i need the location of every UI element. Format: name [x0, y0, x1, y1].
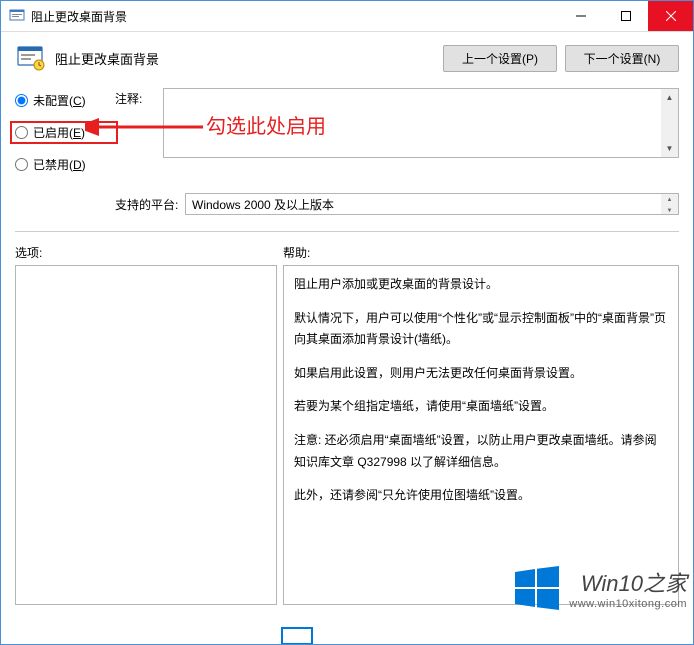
help-label: 帮助:: [283, 244, 310, 261]
partial-bottom-button[interactable]: [281, 627, 313, 645]
radio-enabled-label: 已启用(E): [33, 124, 85, 141]
policy-icon: [15, 42, 47, 74]
options-label: 选项:: [15, 244, 283, 261]
window-controls: [558, 1, 693, 31]
header-row: 阻止更改桌面背景 上一个设置(P) 下一个设置(N): [15, 42, 679, 74]
radio-not-configured-label: 未配置(C): [33, 92, 86, 109]
prev-setting-button[interactable]: 上一个设置(P): [443, 45, 557, 72]
platform-label: 支持的平台:: [115, 196, 185, 213]
help-p3: 若要为某个组指定墙纸，请使用“桌面墙纸”设置。: [294, 396, 668, 418]
radio-not-configured-input[interactable]: [15, 94, 28, 107]
help-p0: 阻止用户添加或更改桌面的背景设计。: [294, 274, 668, 296]
nav-buttons: 上一个设置(P) 下一个设置(N): [443, 45, 679, 72]
window-body: 阻止更改桌面背景 上一个设置(P) 下一个设置(N) 未配置(C) 已启用(E): [1, 32, 693, 645]
platform-spinner[interactable]: ▲ ▼: [661, 194, 678, 214]
app-icon: [9, 8, 25, 24]
titlebar: 阻止更改桌面背景: [1, 1, 693, 32]
window-title: 阻止更改桌面背景: [31, 8, 558, 25]
platform-value: Windows 2000 及以上版本: [192, 198, 334, 212]
radio-disabled-label: 已禁用(D): [33, 156, 86, 173]
radio-not-configured[interactable]: 未配置(C): [15, 92, 115, 109]
policy-editor-window: 阻止更改桌面背景 阻止更改桌面背景: [0, 0, 694, 645]
radio-enabled-input[interactable]: [15, 126, 28, 139]
radio-enabled[interactable]: 已启用(E): [15, 124, 113, 141]
comment-textarea[interactable]: ▲ ▼: [163, 88, 679, 158]
scroll-up-icon[interactable]: ▲: [661, 89, 678, 106]
comment-scrollbar[interactable]: ▲ ▼: [661, 89, 678, 157]
config-row: 未配置(C) 已启用(E) 已禁用(D) 注释: ▲: [15, 88, 679, 185]
radio-disabled-input[interactable]: [15, 158, 28, 171]
options-pane[interactable]: [15, 265, 277, 605]
maximize-button[interactable]: [603, 1, 648, 31]
policy-title: 阻止更改桌面背景: [55, 49, 443, 68]
state-radios: 未配置(C) 已启用(E) 已禁用(D): [15, 92, 115, 185]
radio-disabled[interactable]: 已禁用(D): [15, 156, 115, 173]
scroll-down-icon[interactable]: ▼: [661, 140, 678, 157]
pane-labels: 选项: 帮助:: [15, 244, 679, 261]
comment-label: 注释:: [115, 88, 163, 158]
help-p1: 默认情况下，用户可以使用“个性化”或“显示控制面板”中的“桌面背景”页向其桌面添…: [294, 308, 668, 351]
annotation-highlight-box: 已启用(E): [10, 121, 118, 144]
panes: 阻止用户添加或更改桌面的背景设计。 默认情况下，用户可以使用“个性化”或“显示控…: [15, 265, 679, 605]
platform-field[interactable]: Windows 2000 及以上版本 ▲ ▼: [185, 193, 679, 215]
prev-label: 上一个设置(P): [462, 52, 538, 66]
spinner-down-icon[interactable]: ▼: [661, 205, 678, 216]
close-button[interactable]: [648, 1, 693, 31]
next-setting-button[interactable]: 下一个设置(N): [565, 45, 679, 72]
help-p2: 如果启用此设置，则用户无法更改任何桌面背景设置。: [294, 363, 668, 385]
help-p5: 此外，还请参阅“只允许使用位图墙纸”设置。: [294, 485, 668, 507]
help-p4: 注意: 还必须启用“桌面墙纸”设置，以防止用户更改桌面墙纸。请参阅知识库文章 Q…: [294, 430, 668, 473]
platform-row: 支持的平台: Windows 2000 及以上版本 ▲ ▼: [115, 193, 679, 215]
minimize-button[interactable]: [558, 1, 603, 31]
separator: [15, 231, 679, 232]
help-pane[interactable]: 阻止用户添加或更改桌面的背景设计。 默认情况下，用户可以使用“个性化”或“显示控…: [283, 265, 679, 605]
next-label: 下一个设置(N): [584, 52, 661, 66]
comment-column: 注释: ▲ ▼: [115, 88, 679, 158]
